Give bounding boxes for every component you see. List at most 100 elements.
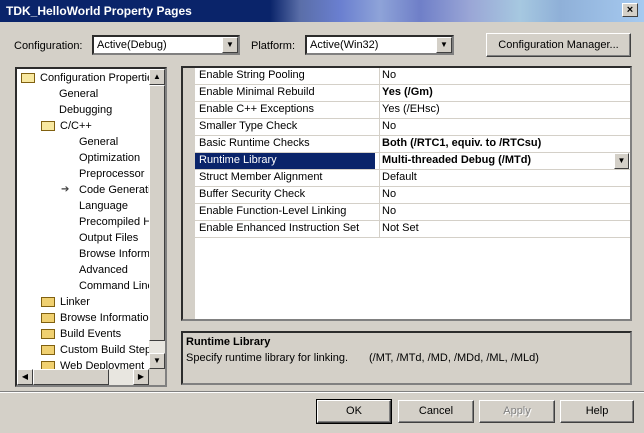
ok-button[interactable]: OK bbox=[316, 399, 392, 424]
property-value[interactable]: Multi-threaded Debug (/MTd) bbox=[382, 154, 531, 166]
tree-item-label: Advanced bbox=[79, 264, 128, 276]
column-separator bbox=[379, 119, 380, 136]
scroll-left-icon[interactable]: ◀ bbox=[17, 369, 33, 385]
row-gutter bbox=[183, 187, 195, 204]
row-gutter bbox=[183, 136, 195, 153]
tree-item-label: Configuration Properties bbox=[40, 72, 159, 84]
gutter-filler bbox=[183, 238, 195, 319]
scroll-thumb-horizontal[interactable] bbox=[33, 369, 109, 385]
settings-tree[interactable]: Configuration Properties General Debugging… bbox=[15, 67, 167, 387]
property-value: No bbox=[382, 120, 397, 132]
property-row[interactable]: Basic Runtime Checks Both (/RTC1, equiv. … bbox=[183, 136, 630, 153]
ok-label: OK bbox=[346, 405, 362, 417]
property-name: Buffer Security Check bbox=[199, 188, 306, 200]
tree-horizontal-scrollbar[interactable]: ◀ ▶ bbox=[17, 369, 149, 385]
property-grid[interactable]: Enable String Pooling No Enable Minimal Re… bbox=[181, 66, 632, 321]
column-separator bbox=[379, 153, 380, 170]
configuration-dropdown[interactable]: Active(Debug) ▼ bbox=[92, 35, 240, 55]
tree-item-label: Browse Information bbox=[60, 312, 155, 324]
scroll-corner bbox=[149, 369, 165, 385]
scroll-right-icon[interactable]: ▶ bbox=[133, 369, 149, 385]
help-label: Help bbox=[585, 405, 609, 417]
scroll-down-icon[interactable]: ▼ bbox=[149, 353, 165, 369]
property-row[interactable]: Enable Minimal Rebuild Yes (/Gm) bbox=[183, 85, 630, 102]
window-title: TDK_HelloWorld Property Pages bbox=[6, 4, 192, 18]
row-gutter bbox=[183, 221, 195, 238]
close-button[interactable]: × bbox=[622, 3, 638, 17]
apply-label: Apply bbox=[503, 405, 531, 417]
apply-button[interactable]: Apply bbox=[479, 400, 555, 423]
tree-item-label: General bbox=[79, 136, 119, 148]
tree-vertical-scrollbar[interactable]: ▲ ▼ bbox=[149, 69, 165, 369]
property-name: Enable Function-Level Linking bbox=[199, 205, 347, 217]
scroll-thumb[interactable] bbox=[149, 85, 165, 341]
tree-item-label: Language bbox=[79, 200, 128, 212]
column-separator bbox=[379, 136, 380, 153]
column-separator bbox=[379, 221, 380, 238]
tree-item-label: Preprocessor bbox=[79, 168, 145, 180]
row-gutter bbox=[183, 85, 195, 102]
configuration-manager-button[interactable]: Configuration Manager... bbox=[486, 33, 631, 57]
property-name: Struct Member Alignment bbox=[199, 171, 323, 183]
folder-icon bbox=[41, 329, 55, 339]
property-row[interactable]: Enable Enhanced Instruction Set Not Set bbox=[183, 221, 630, 238]
cancel-button[interactable]: Cancel bbox=[398, 400, 474, 423]
property-row[interactable]: Buffer Security Check No bbox=[183, 187, 630, 204]
tree-item-label: Build Events bbox=[60, 328, 122, 340]
property-row[interactable]: Enable Function-Level Linking No bbox=[183, 204, 630, 221]
row-gutter bbox=[183, 102, 195, 119]
property-row[interactable]: Enable C++ Exceptions Yes (/EHsc) bbox=[183, 102, 630, 119]
configuration-value: Active(Debug) bbox=[97, 39, 167, 51]
property-row[interactable]: Struct Member Alignment Default bbox=[183, 170, 630, 187]
tree-item-label: C/C++ bbox=[60, 120, 92, 132]
platform-dropdown[interactable]: Active(Win32) ▼ bbox=[305, 35, 454, 55]
row-gutter bbox=[183, 119, 195, 136]
tree-item-label: General bbox=[59, 88, 99, 100]
row-gutter bbox=[183, 170, 195, 187]
tree-item-label: Linker bbox=[60, 296, 90, 308]
chevron-down-icon[interactable]: ▼ bbox=[222, 37, 238, 53]
folder-open-icon bbox=[21, 73, 35, 83]
property-name: Enable C++ Exceptions bbox=[199, 103, 314, 115]
property-row[interactable]: Enable String Pooling No bbox=[183, 68, 630, 85]
folder-icon bbox=[41, 313, 55, 323]
property-row[interactable]: Smaller Type Check No bbox=[183, 119, 630, 136]
property-value: Not Set bbox=[382, 222, 419, 234]
tree-item-label: Output Files bbox=[79, 232, 139, 244]
title-bar[interactable]: TDK_HelloWorld Property Pages × bbox=[0, 0, 644, 22]
platform-value: Active(Win32) bbox=[310, 39, 379, 51]
property-name: Enable Enhanced Instruction Set bbox=[199, 222, 360, 234]
property-name: Smaller Type Check bbox=[199, 120, 298, 132]
property-name: Enable Minimal Rebuild bbox=[199, 86, 315, 98]
column-separator bbox=[379, 102, 380, 119]
tree-item-label: Debugging bbox=[59, 104, 113, 116]
folder-open-icon bbox=[41, 121, 55, 131]
folder-icon bbox=[41, 345, 55, 355]
cancel-label: Cancel bbox=[418, 405, 454, 417]
scroll-up-icon[interactable]: ▲ bbox=[149, 69, 165, 85]
tree-item-label: Optimization bbox=[79, 152, 141, 164]
property-row[interactable]: Runtime Library Multi-threaded Debug (/MT… bbox=[183, 153, 630, 170]
tree-item-label: Command Line bbox=[79, 280, 154, 292]
property-value: Yes (/Gm) bbox=[382, 86, 433, 98]
chevron-down-icon[interactable]: ▼ bbox=[436, 37, 452, 53]
folder-icon bbox=[41, 297, 55, 307]
property-name: Basic Runtime Checks bbox=[199, 137, 310, 149]
current-page-arrow-icon: ➔ bbox=[61, 184, 70, 195]
description-title: Runtime Library bbox=[186, 336, 271, 348]
row-gutter bbox=[183, 204, 195, 221]
property-name: Enable String Pooling bbox=[199, 69, 305, 81]
property-name: Runtime Library bbox=[195, 153, 375, 169]
property-value: No bbox=[382, 205, 397, 217]
column-separator bbox=[379, 68, 380, 85]
column-separator bbox=[379, 85, 380, 102]
property-value: No bbox=[382, 188, 397, 200]
chevron-down-icon[interactable]: ▼ bbox=[614, 153, 629, 169]
column-separator bbox=[379, 187, 380, 204]
tree-item-label: Custom Build Step bbox=[60, 344, 152, 356]
description-options: (/MT, /MTd, /MD, /MDd, /ML, /MLd) bbox=[369, 352, 539, 364]
column-separator bbox=[379, 170, 380, 187]
property-value: Default bbox=[382, 171, 417, 183]
help-button[interactable]: Help bbox=[560, 400, 634, 423]
row-gutter bbox=[183, 153, 195, 170]
